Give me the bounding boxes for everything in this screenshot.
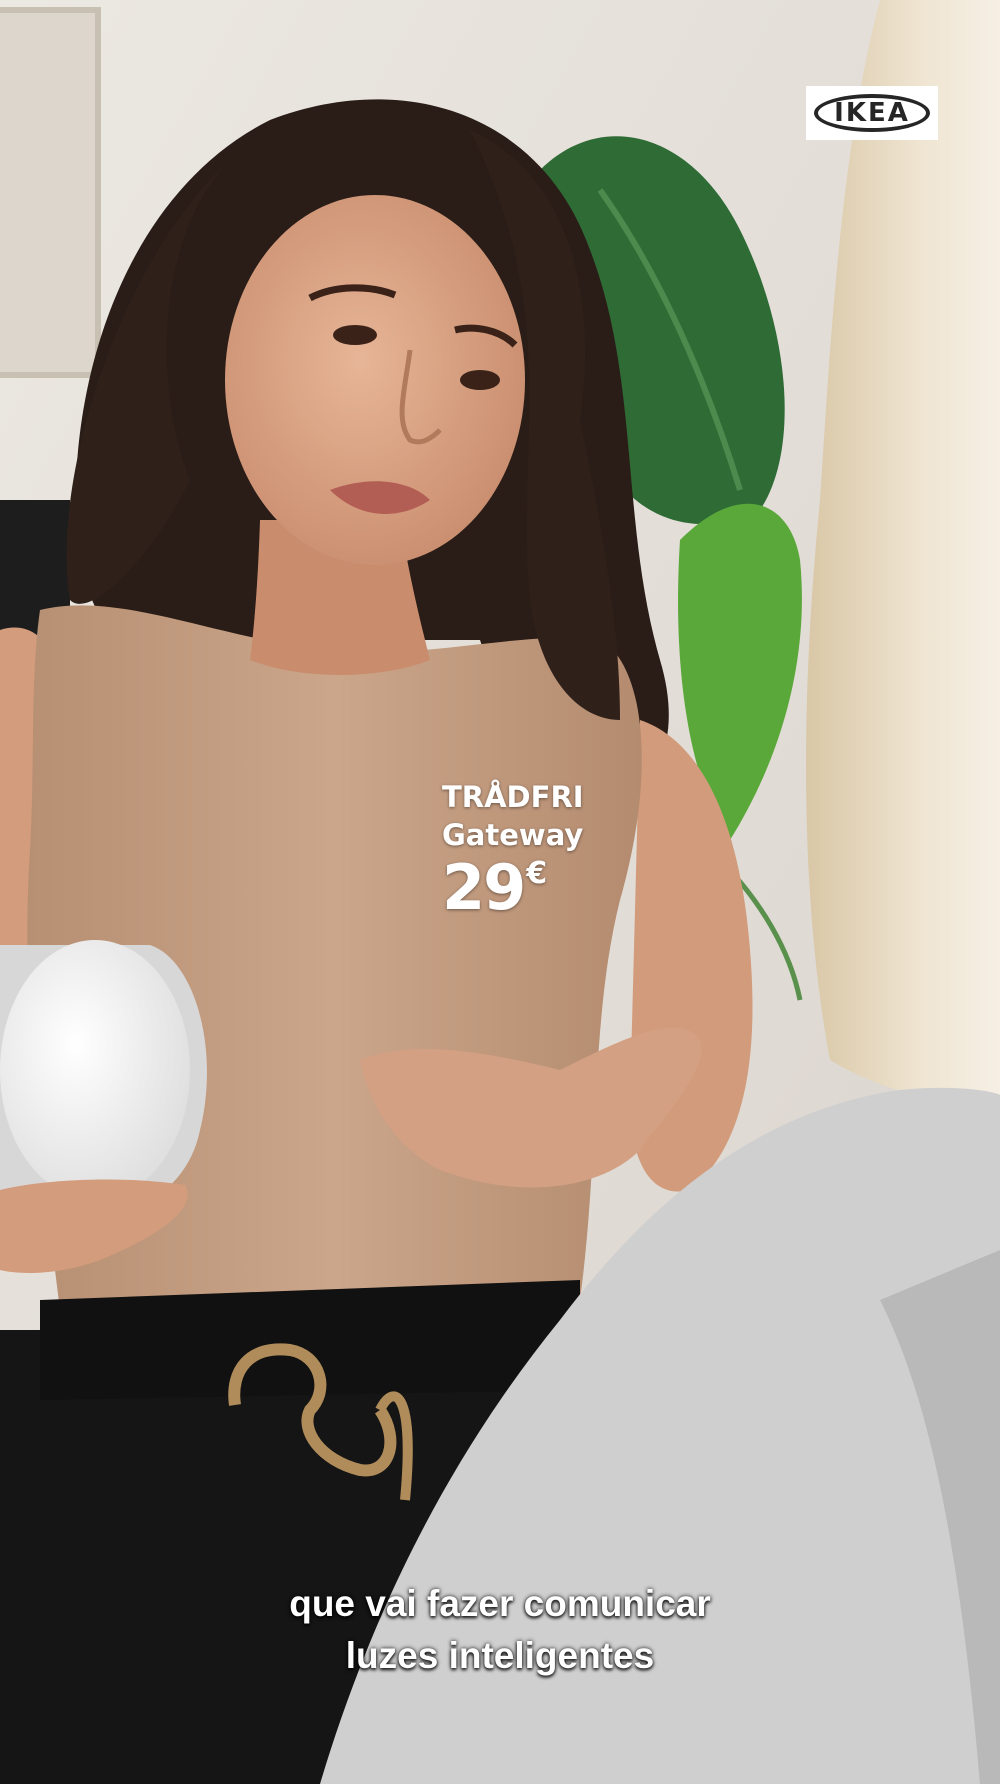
product-price-tag: TRÅDFRI Gateway 29 € [442,778,584,920]
price-row: 29 € [442,856,584,920]
wall-picture-frame [0,7,101,378]
belt [40,1280,580,1400]
video-frame: IKEA TRÅDFRI Gateway 29 € que vai fazer … [0,0,1000,1784]
subtitle-line-1: que vai fazer comunicar [289,1583,711,1624]
tradfri-gateway-device [0,940,207,1210]
price-value: 29 [442,851,526,924]
product-subtitle: Gateway [442,818,584,852]
subtitle-line-2: luzes inteligentes [345,1635,655,1676]
ikea-logo: IKEA [806,86,938,140]
ikea-logo-text: IKEA [834,98,910,128]
price-currency: € [526,856,548,891]
left-eye [333,325,377,345]
video-subtitles: que vai fazer comunicar luzes inteligent… [0,1578,1000,1682]
right-eye [460,370,500,390]
product-name: TRÅDFRI [442,780,584,814]
